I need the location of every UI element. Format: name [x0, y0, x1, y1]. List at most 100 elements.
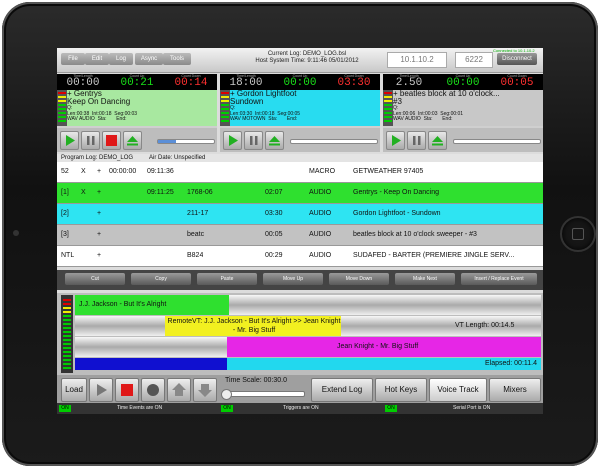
row-transition: + — [97, 168, 102, 175]
row-type: AUDIO — [309, 252, 332, 259]
count-up-value: 00:21 — [120, 77, 154, 89]
player-time-display: Time/Length Count Up Count Down 00:00 00… — [57, 74, 217, 90]
voicetrack-segment[interactable]: RemoteVT: J.J. Jackson - But It's Alrigh… — [165, 316, 341, 336]
cart-info[interactable]: + beatles block at 10 o'clock... #3 Q: L… — [393, 90, 543, 126]
log-row[interactable]: [2] + 211-17 03:30 AUDIO Gordon Lightfoo… — [57, 204, 543, 224]
player-controls — [383, 128, 543, 152]
home-button[interactable] — [560, 216, 596, 252]
row-title: Gordon Lightfoot - Sundown — [353, 210, 441, 217]
load-button[interactable]: Load — [61, 378, 87, 402]
pause-button[interactable] — [244, 131, 263, 150]
row-length: 00:29 — [265, 252, 283, 259]
next-track-segment[interactable]: Jean Knight - Mr. Big Stuff — [227, 337, 541, 357]
player-position-slider[interactable] — [157, 139, 215, 144]
current-log-label: Current Log: DEMO_LOG.bsl — [267, 51, 347, 57]
row-cart: B824 — [187, 252, 204, 259]
count-down-value: 00:05 — [500, 77, 534, 89]
vt-stop-button[interactable] — [115, 378, 139, 402]
mixers-button[interactable]: Mixers — [489, 378, 541, 402]
player-position-slider[interactable] — [453, 139, 541, 144]
time-length-value: 00:00 — [66, 77, 100, 89]
time-length-value: 2.50 — [395, 77, 423, 89]
ipad-device: File Edit Log Async Tools Current Log: D… — [0, 0, 600, 468]
pause-button[interactable] — [81, 131, 100, 150]
edit-menu-button[interactable]: Edit — [85, 53, 109, 65]
copy-button[interactable]: Copy — [131, 273, 191, 285]
row-title: SUDAFED - BARTER (PREMIERE JINGLE SERV..… — [353, 252, 515, 259]
cart-info[interactable]: + Gentrys Keep On Dancing Q: Len:00:38 I… — [67, 90, 217, 126]
cart-artist: + Gentrys — [67, 90, 102, 98]
voicetrack-editor[interactable]: J.J. Jackson - But It's Alright RemoteVT… — [57, 293, 543, 375]
eject-button[interactable] — [428, 131, 447, 150]
program-log-label: Program Log: DEMO_LOG — [61, 155, 134, 161]
status-bar: ON Time Events are ON ON Triggers are ON… — [57, 403, 543, 414]
log-menu-button[interactable]: Log — [109, 53, 133, 65]
eject-button[interactable] — [265, 131, 284, 150]
row-played-mark: X — [81, 189, 86, 196]
cart-format: WAV AUDIO Sta: End: — [393, 116, 453, 123]
count-down-value: 00:14 — [174, 77, 208, 89]
move-up-button[interactable]: Move Up — [263, 273, 323, 285]
eject-button[interactable] — [123, 131, 142, 150]
prev-track-label: J.J. Jackson - But It's Alright — [79, 301, 167, 308]
play-button[interactable] — [60, 131, 79, 150]
time-scale-label: Time Scale: 00:30.0 — [225, 377, 287, 384]
vt-play-button[interactable] — [89, 378, 113, 402]
log-row[interactable]: 52 X + 00:00:00 09:11:36 MACRO GETWEATHE… — [57, 162, 543, 182]
row-transition: + — [97, 189, 102, 196]
row-air-time: 09:11:25 — [147, 189, 174, 196]
voice-track-button[interactable]: Voice Track — [429, 378, 487, 402]
extend-log-button[interactable]: Extend Log — [311, 378, 373, 402]
cart-artist: + Gordon Lightfoot — [230, 90, 297, 98]
pause-button[interactable] — [407, 131, 426, 150]
count-up-value: 00:00 — [446, 77, 480, 89]
log-title-block: Current Log: DEMO_LOG.bsl Host System Ti… — [207, 51, 407, 65]
play-button[interactable] — [223, 131, 242, 150]
triggers-status: Triggers are ON — [283, 405, 319, 411]
home-up-icon[interactable] — [167, 378, 191, 402]
player-2: Time/Length Count Up Count Down 18:00 00… — [220, 74, 380, 152]
move-down-button[interactable]: Move Down — [329, 273, 389, 285]
vu-meter — [220, 90, 230, 126]
row-start-time: 00:00:00 — [109, 168, 137, 175]
home-down-icon[interactable] — [193, 378, 217, 402]
player-position-slider[interactable] — [290, 139, 378, 144]
prev-track-segment[interactable]: J.J. Jackson - But It's Alright — [75, 295, 229, 315]
row-length: 02:07 — [265, 189, 283, 196]
serial-status: Serial Port is ON — [453, 405, 491, 411]
log-row[interactable]: [1] X + 09:11:25 1768-06 02:07 AUDIO Gen… — [57, 183, 543, 203]
disconnect-button[interactable]: Disconnect — [497, 53, 537, 65]
cut-button[interactable]: Cut — [65, 273, 125, 285]
insert-replace-button[interactable]: Insert / Replace Event — [461, 273, 537, 285]
log-row[interactable]: NTL + B824 00:29 AUDIO SUDAFED - BARTER … — [57, 246, 543, 266]
port-field[interactable]: 6222 — [455, 52, 493, 68]
row-air-time: 09:11:36 — [147, 168, 174, 175]
paste-button[interactable]: Paste — [197, 273, 257, 285]
play-button[interactable] — [386, 131, 405, 150]
row-length: 00:05 — [265, 231, 283, 238]
log-header: Program Log: DEMO_LOG Air Date: Unspecif… — [57, 154, 543, 162]
vt-record-button[interactable] — [141, 378, 165, 402]
stop-button[interactable] — [102, 131, 121, 150]
player-time-display: Time/Length Count Up Count Down 2.50 00:… — [383, 74, 543, 90]
time-length-value: 18:00 — [229, 77, 263, 89]
time-scale-slider[interactable] — [221, 389, 305, 400]
cart-info[interactable]: + Gordon Lightfoot Sundown Q: Len:03:30 … — [230, 90, 380, 126]
ip-address-field[interactable]: 10.1.10.2 — [387, 52, 447, 68]
vt-length-label: VT Length: 00:14.5 — [455, 322, 515, 329]
async-menu-button[interactable]: Async — [135, 53, 163, 65]
file-menu-button[interactable]: File — [61, 53, 85, 65]
hot-keys-button[interactable]: Hot Keys — [375, 378, 427, 402]
player-1: Time/Length Count Up Count Down 00:00 00… — [57, 74, 217, 152]
row-title: Gentrys - Keep On Dancing — [353, 189, 439, 196]
row-type: AUDIO — [309, 189, 332, 196]
log-row[interactable]: [3] + beatc 00:05 AUDIO beatles block at… — [57, 225, 543, 245]
tools-menu-button[interactable]: Tools — [163, 53, 191, 65]
time-events-status: Time Events are ON — [117, 405, 163, 411]
camera-icon — [13, 230, 19, 236]
row-transition: + — [97, 210, 102, 217]
make-next-button[interactable]: Make Next — [395, 273, 455, 285]
row-played-mark: X — [81, 168, 86, 175]
row-cart: 211-17 — [187, 210, 209, 217]
vu-meter — [383, 90, 393, 126]
